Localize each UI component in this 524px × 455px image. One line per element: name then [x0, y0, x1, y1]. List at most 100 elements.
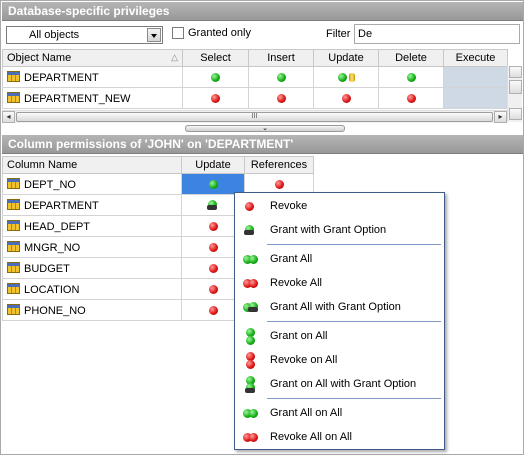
column-icon — [7, 303, 20, 315]
database-privileges-header: Database-specific privileges — [2, 2, 523, 21]
object-name-cell[interactable]: DEPARTMENT — [2, 66, 183, 88]
select-privilege-cell[interactable] — [182, 87, 249, 109]
revoked-icon — [208, 221, 218, 231]
object-type-combo[interactable]: All objects — [6, 26, 163, 44]
menu-item-grant-all[interactable]: Grant All — [235, 247, 444, 271]
column-header-execute[interactable]: Execute — [443, 49, 508, 67]
revoked-icon — [208, 263, 218, 273]
vertical-scrollbar[interactable] — [507, 66, 522, 122]
delete-privilege-cell[interactable] — [378, 66, 444, 88]
scroll-right-icon[interactable]: ▸ — [494, 111, 507, 123]
green-stack-icon — [243, 328, 261, 345]
revoked-icon — [208, 284, 218, 294]
granted-icon — [211, 72, 220, 82]
menu-item-revoke-all-on-all[interactable]: Revoke All on All — [235, 425, 444, 449]
object-privileges-grid: Object Name △ Select Insert Update Delet… — [2, 49, 508, 109]
menu-item-revoke-all[interactable]: Revoke All — [235, 271, 444, 295]
combo-value: All objects — [29, 29, 80, 41]
chevron-down-icon[interactable] — [147, 28, 161, 42]
section-title: Database-specific privileges — [8, 4, 170, 18]
column-name-cell[interactable]: MNGR_NO — [2, 236, 182, 258]
revoked-icon — [208, 242, 218, 252]
grid-header-row: Object Name △ Select Insert Update Delet… — [2, 49, 508, 67]
section-title: Column permissions of 'JOHN' on 'DEPARTM… — [8, 137, 294, 151]
privileges-toolbar: All objects Granted only Filter De — [2, 21, 523, 48]
revoked-icon — [211, 93, 220, 103]
column-icon — [7, 261, 20, 273]
column-name-cell[interactable]: DEPT_NO — [2, 173, 182, 195]
table-row[interactable]: DEPARTMENT_NEW — [2, 87, 508, 109]
column-name-cell[interactable]: HEAD_DEPT — [2, 215, 182, 237]
menu-separator — [267, 321, 441, 322]
red-double-dot-icon — [243, 278, 261, 290]
column-name-cell[interactable]: DEPARTMENT — [2, 194, 182, 216]
update-privilege-cell[interactable] — [313, 66, 379, 88]
object-name-cell[interactable]: DEPARTMENT_NEW — [2, 87, 183, 109]
column-header-column-name[interactable]: Column Name — [2, 156, 182, 174]
scroll-up-icon[interactable] — [509, 66, 522, 78]
insert-privilege-cell[interactable] — [248, 66, 314, 88]
menu-item-grant-on-all[interactable]: Grant on All — [235, 324, 444, 348]
delete-privilege-cell[interactable] — [378, 87, 444, 109]
column-icon — [7, 240, 20, 252]
scroll-left-icon[interactable]: ◂ — [2, 111, 15, 123]
privileges-window: Database-specific privileges All objects… — [0, 0, 524, 455]
privilege-context-menu: Revoke Grant with Grant Option Grant All… — [234, 192, 445, 450]
menu-item-grant-with-grant-option[interactable]: Grant with Grant Option — [235, 218, 444, 242]
menu-item-grant-all-on-all[interactable]: Grant All on All — [235, 401, 444, 425]
grant-all-option-icon — [243, 302, 261, 314]
red-double-dot-icon — [243, 432, 261, 444]
revoked-icon — [276, 93, 286, 103]
revoked-icon — [208, 305, 218, 315]
granted-only-checkbox[interactable] — [172, 27, 184, 39]
table-icon — [7, 70, 20, 82]
revoked-icon — [274, 179, 284, 189]
execute-privilege-cell — [443, 66, 508, 88]
scroll-down-icon[interactable] — [509, 108, 522, 120]
revoked-icon — [406, 93, 416, 103]
grant-stack-option-icon — [243, 376, 261, 393]
column-header-update[interactable]: Update — [313, 49, 379, 67]
column-header-delete[interactable]: Delete — [378, 49, 444, 67]
column-level-icon — [348, 72, 355, 82]
table-icon — [7, 91, 20, 103]
grid-header-row: Column Name Update References — [2, 156, 314, 174]
column-name-cell[interactable]: BUDGET — [2, 257, 182, 279]
menu-item-revoke-on-all[interactable]: Revoke on All — [235, 348, 444, 372]
column-permissions-header: Column permissions of 'JOHN' on 'DEPARTM… — [2, 135, 523, 154]
column-header-references[interactable]: References — [244, 156, 314, 174]
grant-option-icon — [207, 200, 219, 211]
menu-item-revoke[interactable]: Revoke — [235, 194, 444, 218]
filter-value: De — [358, 28, 373, 40]
horizontal-scrollbar[interactable]: ◂ III ▸ — [2, 110, 507, 123]
table-row[interactable]: DEPARTMENT — [2, 66, 508, 88]
granted-icon — [406, 72, 416, 82]
menu-separator — [267, 398, 441, 399]
column-icon — [7, 219, 20, 231]
green-double-dot-icon — [243, 254, 261, 266]
column-header-select[interactable]: Select — [182, 49, 249, 67]
menu-separator — [267, 244, 441, 245]
menu-item-grant-on-all-with-grant-option[interactable]: Grant on All with Grant Option — [235, 372, 444, 396]
column-header-object-name[interactable]: Object Name △ — [2, 49, 183, 67]
column-header-update[interactable]: Update — [181, 156, 245, 174]
scroll-thumb[interactable] — [509, 80, 522, 94]
menu-item-grant-all-with-grant-option[interactable]: Grant All with Grant Option — [235, 295, 444, 319]
granted-only-label[interactable]: Granted only — [188, 27, 251, 39]
column-name-cell[interactable]: LOCATION — [2, 278, 182, 300]
sort-ascending-icon: △ — [171, 52, 178, 62]
panel-splitter[interactable]: ⌄ — [185, 125, 345, 132]
insert-privilege-cell[interactable] — [248, 87, 314, 109]
column-name-cell[interactable]: PHONE_NO — [2, 299, 182, 321]
update-privilege-cell[interactable] — [313, 87, 379, 109]
filter-input[interactable]: De — [354, 24, 520, 44]
horizontal-scroll-thumb[interactable]: III — [16, 112, 493, 122]
column-header-insert[interactable]: Insert — [248, 49, 314, 67]
revoked-icon — [341, 93, 351, 103]
select-privilege-cell[interactable] — [182, 66, 249, 88]
red-stack-icon — [243, 352, 261, 369]
column-icon — [7, 198, 20, 210]
grant-option-icon — [243, 225, 261, 237]
filter-label: Filter — [326, 28, 351, 40]
red-dot-icon — [243, 201, 261, 213]
